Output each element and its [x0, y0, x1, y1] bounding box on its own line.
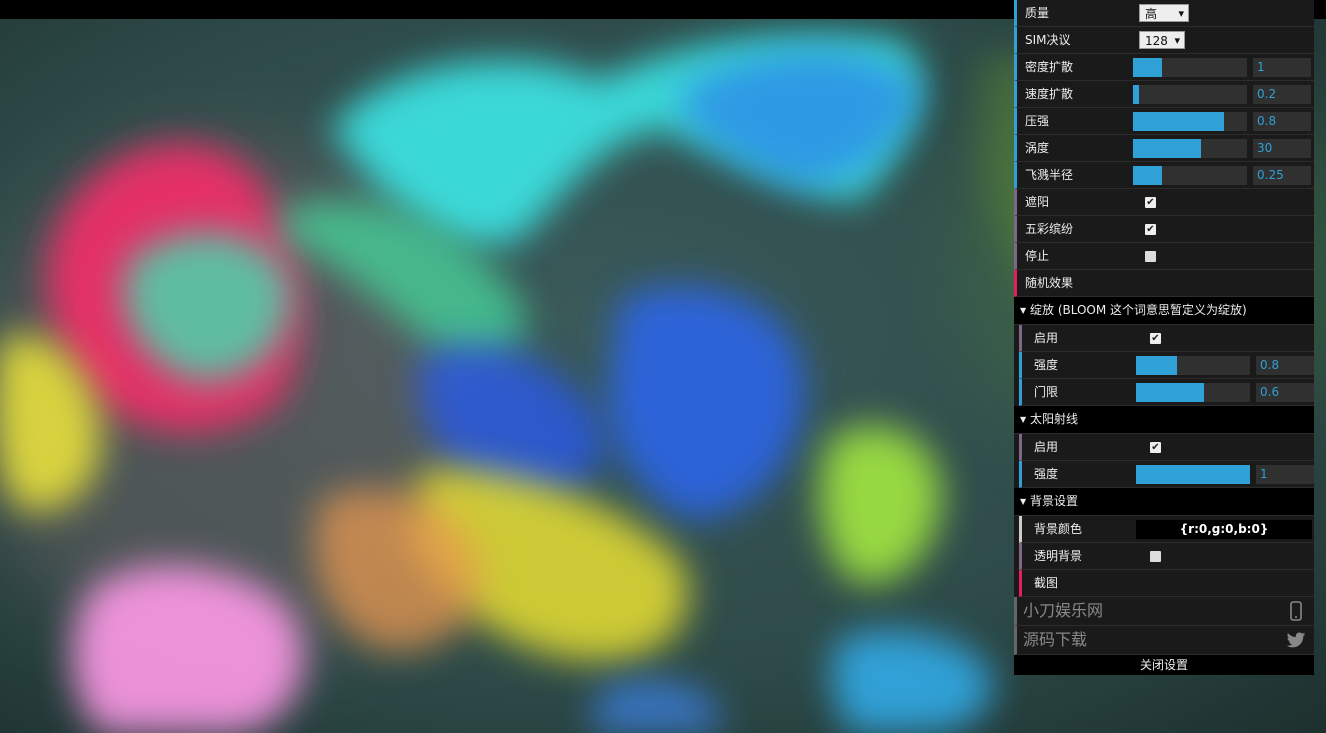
paused-checkbox[interactable] [1145, 251, 1156, 262]
quality-row: 质量 高 [1014, 0, 1314, 27]
capture-button[interactable]: 截图 [1019, 570, 1314, 597]
background-color-input[interactable]: {r:0,g:0,b:0} [1136, 520, 1312, 539]
site-link-label: 小刀娱乐网 [1023, 601, 1104, 620]
splat-radius-row: 飞溅半径 0.25 [1014, 162, 1314, 189]
pressure-row: 压强 0.8 [1014, 108, 1314, 135]
sim-resolution-select[interactable]: 128 [1139, 31, 1185, 50]
splat-radius-slider[interactable] [1133, 166, 1247, 185]
transparent-checkbox[interactable] [1150, 551, 1161, 562]
shading-row: 遮阳 ✔ [1014, 189, 1314, 216]
shading-checkbox[interactable]: ✔ [1145, 197, 1156, 208]
curl-input[interactable]: 30 [1253, 139, 1311, 158]
velocity-diffusion-input[interactable]: 0.2 [1253, 85, 1311, 104]
close-settings-button[interactable]: 关闭设置 [1014, 655, 1314, 675]
sunrays-enabled-row: 启用 ✔ [1019, 434, 1314, 461]
shading-label: 遮阳 [1025, 195, 1050, 209]
density-diffusion-row: 密度扩散 1 [1014, 54, 1314, 81]
bloom-intensity-row: 强度 0.8 [1019, 352, 1314, 379]
quality-select[interactable]: 高 [1139, 4, 1189, 23]
quality-label: 质量 [1025, 6, 1050, 20]
background-folder-title: 背景设置 [1030, 494, 1079, 508]
density-diffusion-label: 密度扩散 [1025, 60, 1074, 74]
background-folder[interactable]: ▼ 背景设置 [1014, 488, 1314, 516]
splat-radius-label: 飞溅半径 [1025, 168, 1074, 182]
curl-label: 涡度 [1025, 141, 1050, 155]
curl-slider[interactable] [1133, 139, 1247, 158]
paused-label: 停止 [1025, 249, 1050, 263]
velocity-diffusion-label: 速度扩散 [1025, 87, 1074, 101]
colorful-label: 五彩缤纷 [1025, 222, 1074, 236]
pressure-input[interactable]: 0.8 [1253, 112, 1311, 131]
density-diffusion-input[interactable]: 1 [1253, 58, 1311, 77]
density-diffusion-slider[interactable] [1133, 58, 1247, 77]
pressure-slider[interactable] [1133, 112, 1247, 131]
sunrays-folder[interactable]: ▼ 太阳射线 [1014, 406, 1314, 434]
capture-label: 截图 [1034, 576, 1059, 590]
folder-arrow-icon: ▼ [1020, 497, 1027, 506]
random-splats-label: 随机效果 [1025, 276, 1074, 290]
bloom-folder-title: 绽放 (BLOOM 这个词意思暂定义为绽放) [1030, 303, 1247, 317]
paused-row: 停止 [1014, 243, 1314, 270]
colorful-checkbox[interactable]: ✔ [1145, 224, 1156, 235]
transparent-label: 透明背景 [1034, 549, 1083, 563]
bloom-enabled-checkbox[interactable]: ✔ [1150, 333, 1161, 344]
sunrays-weight-label: 强度 [1034, 467, 1059, 481]
curl-row: 涡度 30 [1014, 135, 1314, 162]
bloom-intensity-label: 强度 [1034, 358, 1059, 372]
twitter-icon [1286, 632, 1306, 648]
source-link[interactable]: 源码下载 [1014, 626, 1314, 655]
bloom-enabled-row: 启用 ✔ [1019, 325, 1314, 352]
sunrays-enabled-checkbox[interactable]: ✔ [1150, 442, 1161, 453]
transparent-row: 透明背景 [1019, 543, 1314, 570]
sim-resolution-label: SIM决议 [1025, 33, 1071, 47]
sunrays-folder-title: 太阳射线 [1030, 412, 1079, 426]
pressure-label: 压强 [1025, 114, 1050, 128]
bloom-intensity-slider[interactable] [1136, 356, 1250, 375]
bloom-threshold-row: 门限 0.6 [1019, 379, 1314, 406]
source-link-label: 源码下载 [1023, 630, 1088, 649]
sunrays-weight-input[interactable]: 1 [1256, 465, 1314, 484]
sunrays-enabled-label: 启用 [1034, 440, 1059, 454]
bloom-folder[interactable]: ▼ 绽放 (BLOOM 这个词意思暂定义为绽放) [1014, 297, 1314, 325]
sunrays-weight-slider[interactable] [1136, 465, 1250, 484]
site-link[interactable]: 小刀娱乐网 [1014, 597, 1314, 626]
velocity-diffusion-slider[interactable] [1133, 85, 1247, 104]
bloom-threshold-label: 门限 [1034, 385, 1059, 399]
bloom-intensity-input[interactable]: 0.8 [1256, 356, 1314, 375]
bloom-threshold-slider[interactable] [1136, 383, 1250, 402]
sunrays-weight-row: 强度 1 [1019, 461, 1314, 488]
folder-arrow-icon: ▼ [1020, 415, 1027, 424]
folder-arrow-icon: ▼ [1020, 306, 1027, 315]
velocity-diffusion-row: 速度扩散 0.2 [1014, 81, 1314, 108]
splat-radius-input[interactable]: 0.25 [1253, 166, 1311, 185]
phone-icon [1290, 601, 1302, 621]
sim-resolution-row: SIM决议 128 [1014, 27, 1314, 54]
settings-panel: 质量 高 SIM决议 128 密度扩散 1 速度扩散 0.2 压强 0.8 涡度… [1014, 0, 1314, 675]
background-color-row: 背景颜色 {r:0,g:0,b:0} [1019, 516, 1314, 543]
colorful-row: 五彩缤纷 ✔ [1014, 216, 1314, 243]
random-splats-button[interactable]: 随机效果 [1014, 270, 1314, 297]
bloom-threshold-input[interactable]: 0.6 [1256, 383, 1314, 402]
bloom-enabled-label: 启用 [1034, 331, 1059, 345]
background-color-label: 背景颜色 [1034, 522, 1083, 536]
